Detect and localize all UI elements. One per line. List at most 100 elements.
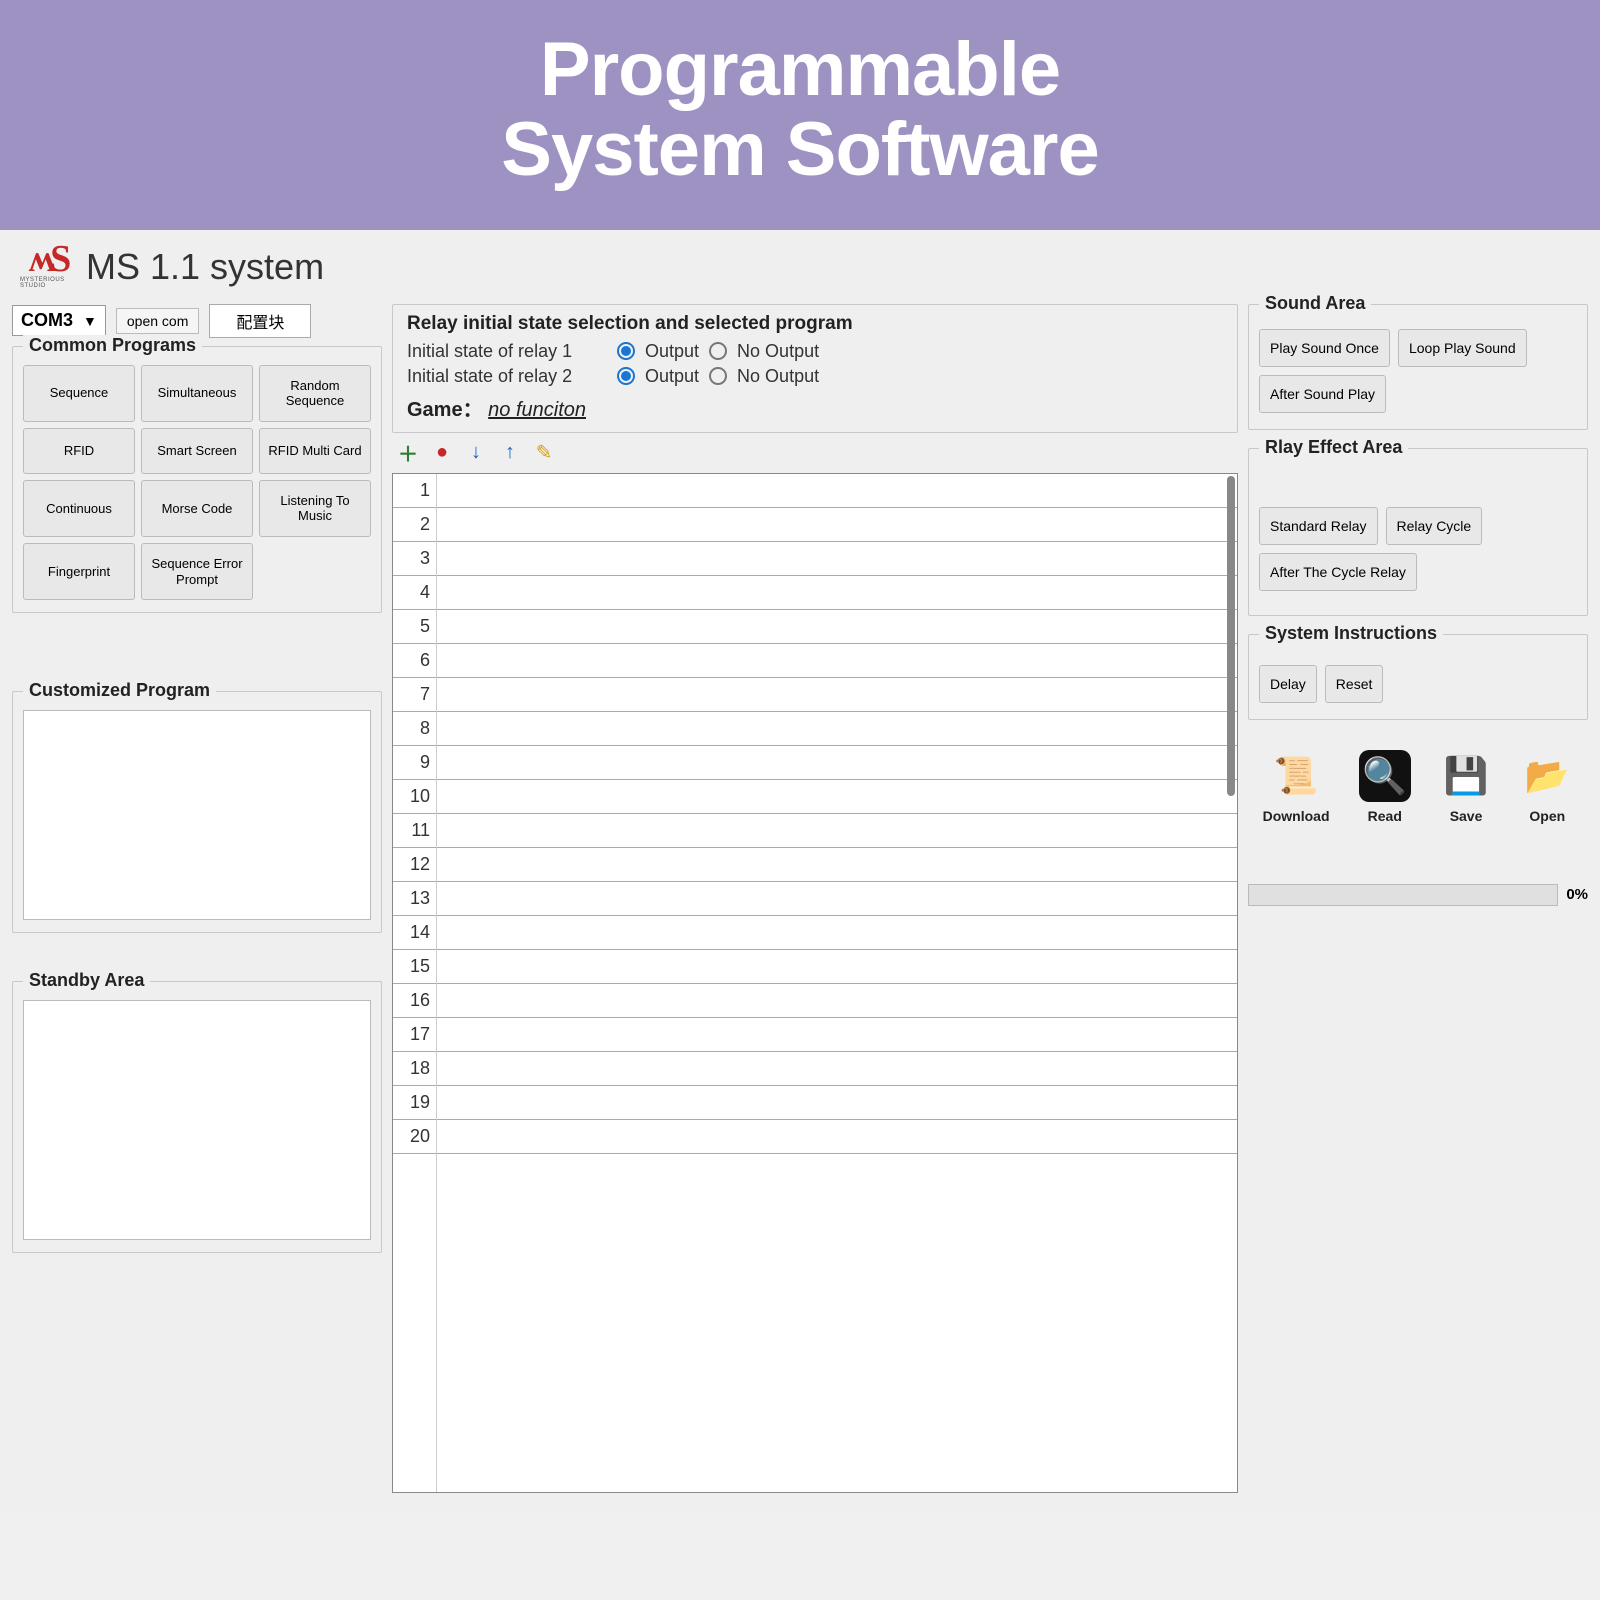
relay2-label: Initial state of relay 2 [407,366,607,387]
grid-row-number: 7 [393,678,436,712]
relay1-output-radio[interactable] [617,342,635,360]
grid-row-number: 16 [393,984,436,1018]
prog-morse-code[interactable]: Morse Code [141,480,253,537]
grid-row[interactable] [437,780,1237,814]
standby-area-title: Standby Area [23,970,150,991]
standard-relay-button[interactable]: Standard Relay [1259,507,1378,545]
read-action[interactable]: 🔍 Read [1359,750,1411,824]
open-action[interactable]: 📂 Open [1521,750,1573,824]
common-programs-title: Common Programs [23,335,202,356]
after-cycle-relay-button[interactable]: After The Cycle Relay [1259,553,1417,591]
system-instructions-title: System Instructions [1259,623,1443,644]
relay-state-group: Relay initial state selection and select… [392,304,1238,433]
relay1-label: Initial state of relay 1 [407,341,607,362]
relay2-output-label: Output [645,366,699,387]
grid-row[interactable] [437,950,1237,984]
wand-icon[interactable]: ✎ [532,441,556,465]
grid-row[interactable] [437,712,1237,746]
grid-row-number: 5 [393,610,436,644]
relay2-no-output-radio[interactable] [709,367,727,385]
progress-percent: 0% [1566,886,1588,903]
grid-scrollbar[interactable] [1227,476,1235,796]
grid-row[interactable] [437,1018,1237,1052]
prog-sequence[interactable]: Sequence [23,365,135,422]
sound-area-title: Sound Area [1259,293,1371,314]
grid-row-number: 13 [393,882,436,916]
prog-simultaneous[interactable]: Simultaneous [141,365,253,422]
delay-button[interactable]: Delay [1259,665,1317,703]
grid-row-number: 4 [393,576,436,610]
common-programs-group: Common Programs Sequence Simultaneous Ra… [12,346,382,614]
game-value: no funciton [488,399,586,421]
grid-row[interactable] [437,474,1237,508]
after-sound-play-button[interactable]: After Sound Play [1259,375,1386,413]
grid-row[interactable] [437,1052,1237,1086]
grid-row[interactable] [437,746,1237,780]
grid-row-number: 10 [393,780,436,814]
move-up-icon[interactable]: ↑ [498,441,522,465]
grid-toolbar: ＋ ● ↓ ↑ ✎ [392,433,1238,473]
grid-row-number: 14 [393,916,436,950]
grid-row-number: 18 [393,1052,436,1086]
grid-row[interactable] [437,882,1237,916]
move-down-icon[interactable]: ↓ [464,441,488,465]
grid-row-number: 19 [393,1086,436,1120]
loop-play-sound-button[interactable]: Loop Play Sound [1398,329,1527,367]
sound-area-group: Sound Area Play Sound Once Loop Play Sou… [1248,304,1588,430]
relay-state-title: Relay initial state selection and select… [407,313,1223,335]
prog-continuous[interactable]: Continuous [23,480,135,537]
prog-fingerprint[interactable]: Fingerprint [23,543,135,600]
customized-program-area[interactable] [23,710,371,920]
prog-seq-error-prompt[interactable]: Sequence Error Prompt [141,543,253,600]
app-logo: ʍS MYSTERIOUS STUDIO [20,240,74,294]
logo-glyph: ʍS [29,244,66,274]
download-action[interactable]: 📜 Download [1263,750,1330,824]
relay1-no-output-radio[interactable] [709,342,727,360]
system-instructions-group: System Instructions Delay Reset [1248,634,1588,720]
remove-icon[interactable]: ● [430,441,454,465]
read-icon: 🔍 [1359,750,1411,802]
grid-row[interactable] [437,1086,1237,1120]
grid-row[interactable] [437,1120,1237,1154]
config-block-field[interactable]: 配置块 [209,304,311,338]
relay-cycle-button[interactable]: Relay Cycle [1386,507,1483,545]
grid-row-number: 17 [393,1018,436,1052]
prog-smart-screen[interactable]: Smart Screen [141,428,253,474]
grid-row[interactable] [437,610,1237,644]
prog-random-sequence[interactable]: Random Sequence [259,365,371,422]
grid-row-number: 3 [393,542,436,576]
relay1-output-label: Output [645,341,699,362]
grid-row[interactable] [437,916,1237,950]
open-icon: 📂 [1521,750,1573,802]
grid-row[interactable] [437,508,1237,542]
play-sound-once-button[interactable]: Play Sound Once [1259,329,1390,367]
download-icon: 📜 [1270,750,1322,802]
grid-row-number: 12 [393,848,436,882]
app-header: ʍS MYSTERIOUS STUDIO MS 1.1 system [0,230,1600,300]
grid-row[interactable] [437,644,1237,678]
grid-row[interactable] [437,848,1237,882]
game-label: Game： [407,399,483,421]
relay2-output-radio[interactable] [617,367,635,385]
grid-row[interactable] [437,678,1237,712]
grid-row[interactable] [437,542,1237,576]
grid-row-number: 9 [393,746,436,780]
banner-title: ProgrammableSystem Software [0,30,1600,190]
relay2-no-output-label: No Output [737,366,819,387]
add-icon[interactable]: ＋ [396,441,420,465]
prog-listening-music[interactable]: Listening To Music [259,480,371,537]
banner: ProgrammableSystem Software [0,0,1600,230]
program-grid[interactable]: 1234567891011121314151617181920 [392,473,1238,1493]
prog-rfid[interactable]: RFID [23,428,135,474]
grid-row[interactable] [437,576,1237,610]
open-com-button[interactable]: open com [116,308,199,334]
standby-area[interactable] [23,1000,371,1240]
grid-row[interactable] [437,984,1237,1018]
grid-row[interactable] [437,814,1237,848]
grid-row-number: 11 [393,814,436,848]
reset-button[interactable]: Reset [1325,665,1384,703]
relay-effect-title: Rlay Effect Area [1259,437,1408,458]
com-port-select[interactable]: COM3▼ [12,305,106,336]
prog-rfid-multi-card[interactable]: RFID Multi Card [259,428,371,474]
save-action[interactable]: 💾 Save [1440,750,1492,824]
